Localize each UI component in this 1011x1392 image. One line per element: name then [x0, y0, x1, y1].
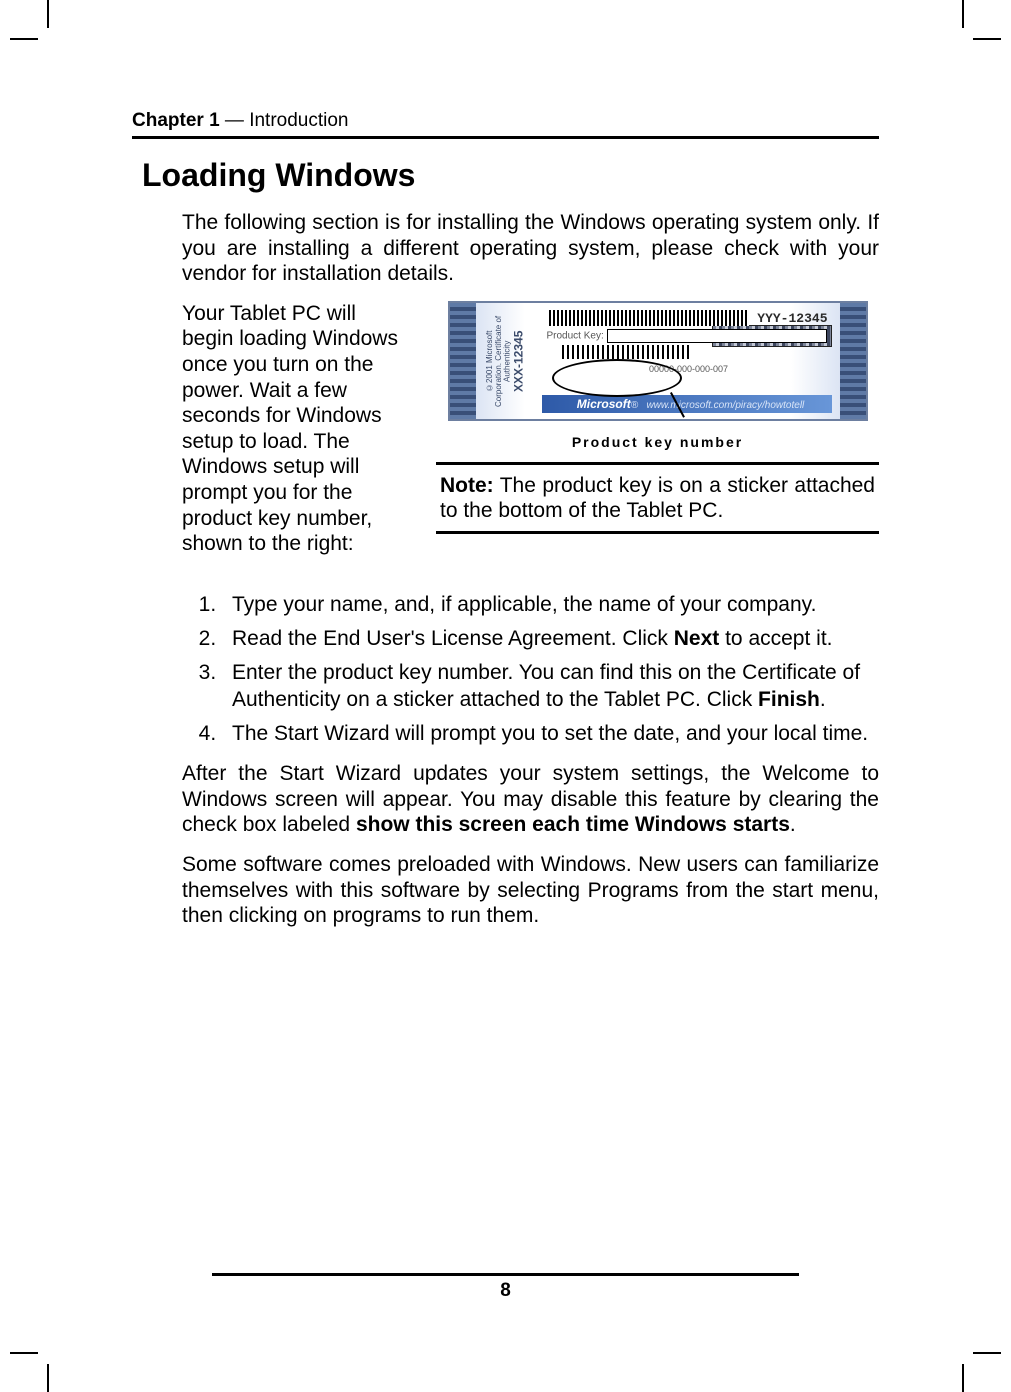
coa-side-bold: XXX-12345: [512, 311, 525, 411]
crop-mark: [47, 0, 49, 28]
crop-mark: [962, 0, 964, 28]
preloaded-software-paragraph: Some software comes preloaded with Windo…: [182, 852, 879, 929]
coa-figure: ©2001 Microsoft Corporation. Certificate…: [436, 301, 879, 450]
note-box: Note: The product key is on a sticker at…: [436, 462, 879, 534]
after-wizard-paragraph: After the Start Wizard updates your syst…: [182, 761, 879, 838]
steps-list: Type your name, and, if applicable, the …: [222, 592, 879, 747]
crop-mark: [973, 1352, 1001, 1354]
barcode-icon: [549, 310, 749, 326]
list-item: The Start Wizard will prompt you to set …: [222, 721, 879, 747]
coa-yyy-code: YYY-12345: [757, 311, 827, 326]
note-text: The product key is on a sticker attached…: [440, 474, 875, 522]
list-item: Type your name, and, if applicable, the …: [222, 592, 879, 618]
figure-caption: Product key number: [436, 434, 879, 450]
crop-mark: [10, 1352, 38, 1354]
chapter-label: Chapter 1: [132, 110, 220, 131]
footer-rule: [212, 1273, 799, 1276]
barcode-icon: [562, 345, 692, 359]
left-paragraph: Your Tablet PC will begin loading Window…: [182, 301, 412, 557]
chapter-title: — Introduction: [220, 110, 349, 131]
list-item: Enter the product key number. You can fi…: [222, 660, 879, 713]
list-item: Read the End User's License Agreement. C…: [222, 626, 879, 652]
intro-paragraph: The following section is for installing …: [182, 210, 879, 287]
section-heading: Loading Windows: [142, 157, 879, 194]
callout-ellipse: [552, 359, 682, 397]
note-label: Note:: [440, 474, 494, 497]
crop-mark: [973, 38, 1001, 40]
product-key-field: [607, 329, 827, 343]
running-header: Chapter 1 — Introduction: [132, 110, 879, 139]
page-footer: 8: [132, 1273, 879, 1302]
crop-mark: [47, 1364, 49, 1392]
page-content: Chapter 1 — Introduction Loading Windows…: [132, 110, 879, 1302]
hologram-strip-right: [840, 303, 866, 419]
microsoft-logo: Microsoft: [577, 397, 631, 411]
page-number: 8: [500, 1280, 511, 1301]
microsoft-url: www.microsoft.com/piracy/howtotell: [646, 400, 804, 411]
hologram-strip-left: [450, 303, 476, 419]
coa-sticker: ©2001 Microsoft Corporation. Certificate…: [448, 301, 868, 421]
microsoft-band: Microsoft® www.microsoft.com/piracy/howt…: [542, 395, 832, 413]
product-key-label: Product Key:: [546, 330, 603, 341]
crop-mark: [10, 38, 38, 40]
coa-side-small: ©2001 Microsoft Corporation. Certificate…: [485, 315, 512, 406]
crop-mark: [962, 1364, 964, 1392]
coa-side-text: ©2001 Microsoft Corporation. Certificate…: [486, 311, 536, 411]
